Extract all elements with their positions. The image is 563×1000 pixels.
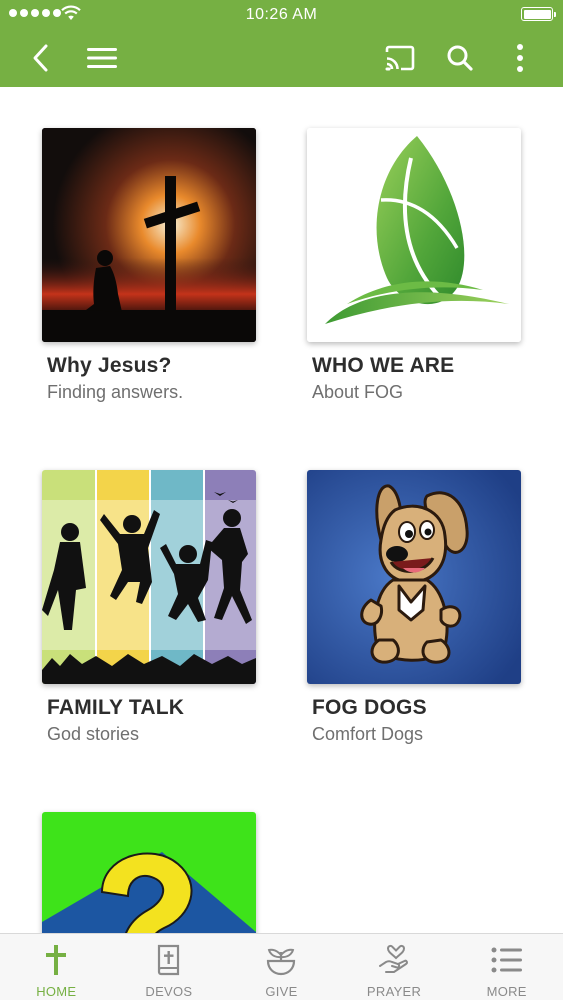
bible-icon (157, 944, 179, 976)
list-icon (491, 947, 522, 973)
tile-subtitle: Finding answers. (47, 382, 184, 402)
nav-label: HOME (36, 984, 77, 999)
status-time: 10:26 AM (245, 6, 318, 23)
cast-icon (385, 45, 415, 71)
cast-button[interactable] (380, 38, 420, 78)
question-mark-image (42, 812, 256, 933)
status-bar: 10:26 AM (0, 0, 563, 28)
jumping-silhouettes-image (42, 470, 256, 684)
tile-subtitle: About FOG (312, 382, 404, 402)
tile-why-jesus[interactable]: Why Jesus? Finding answers. (42, 128, 256, 403)
menu-button[interactable] (82, 38, 122, 78)
nav-label: GIVE (265, 984, 298, 999)
cartoon-dog-image (307, 470, 521, 684)
green-leaf-logo (307, 128, 521, 342)
nav-label: PRAYER (366, 984, 422, 999)
nav-label: DEVOS (145, 984, 193, 999)
nav-prayer[interactable]: PRAYER (338, 934, 451, 1000)
chevron-left-icon (33, 44, 48, 72)
more-options-button[interactable] (500, 38, 540, 78)
tile-title: Why Jesus? (47, 354, 172, 377)
hamburger-menu-icon (87, 48, 117, 68)
tile-title: FOG DOGS (312, 696, 427, 719)
more-vertical-icon (517, 44, 523, 72)
tile-title: WHO WE ARE (312, 354, 455, 377)
app-bar (0, 28, 563, 87)
tile-subtitle: Comfort Dogs (312, 724, 424, 744)
content-grid: Why Jesus? Finding answers. WHO WE ARE A… (0, 87, 563, 933)
cross-icon (46, 945, 67, 975)
tile-who-we-are[interactable]: WHO WE ARE About FOG (307, 128, 521, 403)
cross-sunset-image (42, 128, 256, 342)
search-button[interactable] (440, 38, 480, 78)
back-button[interactable] (21, 38, 61, 78)
nav-home[interactable]: HOME (0, 934, 113, 1000)
nav-label: MORE (486, 984, 527, 999)
tile-fog-dogs[interactable]: FOG DOGS Comfort Dogs (307, 470, 521, 745)
tile-family-talk[interactable]: FAMILY TALK God stories (42, 470, 256, 745)
tile-title: FAMILY TALK (47, 696, 185, 719)
nav-give[interactable]: GIVE (225, 934, 338, 1000)
plant-bowl-icon (267, 948, 296, 976)
nav-devos[interactable]: DEVOS (113, 934, 226, 1000)
nav-more[interactable]: MORE (450, 934, 563, 1000)
heart-hand-icon (379, 944, 409, 973)
battery-icon (521, 7, 556, 21)
search-icon (447, 45, 473, 71)
bottom-navigation: HOME DEVOS GIVE PRAYER MORE (0, 933, 563, 1000)
tile-subtitle: God stories (47, 724, 140, 744)
tile-questions[interactable] (42, 812, 256, 933)
